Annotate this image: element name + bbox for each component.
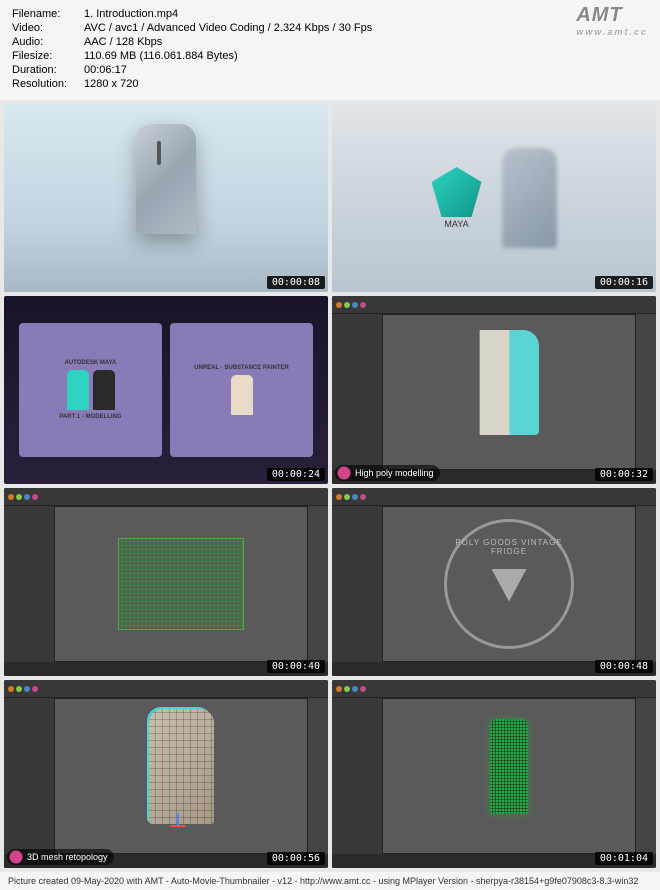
logo-text: AMT — [576, 4, 622, 26]
timestamp: 00:00:16 — [595, 276, 653, 289]
timestamp: 00:00:40 — [267, 660, 325, 673]
fridge-blur — [502, 148, 557, 248]
maya-sidebar — [4, 698, 54, 854]
label-filename: Filename: — [12, 8, 84, 20]
maya-viewport — [54, 506, 308, 662]
timestamp: 00:01:04 — [595, 852, 653, 865]
badge-highpoly: High poly modelling — [335, 465, 440, 481]
label-audio: Audio: — [12, 36, 84, 48]
maya-viewport — [382, 314, 636, 470]
maya-toolbar — [332, 680, 656, 698]
thumb-3: AUTODESK MAYA PART 1 - MODELLING UNREAL … — [4, 296, 328, 484]
thumb-8: 00:01:04 — [332, 680, 656, 868]
footer-credits: Picture created 09-May-2020 with AMT - A… — [0, 872, 660, 890]
fridge-wireframe — [149, 709, 214, 824]
maya-toolbar — [4, 680, 328, 698]
panel-left: AUTODESK MAYA PART 1 - MODELLING — [19, 323, 162, 457]
row-filename: Filename: 1. Introduction.mp4 — [12, 8, 648, 20]
maya-viewport — [54, 698, 308, 854]
timestamp: 00:00:48 — [595, 660, 653, 673]
info-header: AMT www.amt.cc Filename: 1. Introduction… — [0, 0, 660, 100]
row-filesize: Filesize: 110.69 MB (116.061.884 Bytes) — [12, 50, 648, 62]
maya-sidebar — [332, 698, 382, 854]
maya-ui — [332, 296, 656, 484]
maya-logo-block: MAYA — [432, 167, 482, 229]
timestamp: 00:00:24 — [267, 468, 325, 481]
thumb-1: 00:00:08 — [4, 104, 328, 292]
thumb-2: MAYA 00:00:16 — [332, 104, 656, 292]
part-label: PART 1 - MODELLING — [59, 414, 121, 420]
maya-ui — [332, 680, 656, 868]
triangle-icon — [484, 559, 534, 609]
value-video: AVC / avc1 / Advanced Video Coding / 2.3… — [84, 22, 648, 34]
logo-badge: POLY GOODS VINTAGE FRIDGE — [444, 519, 574, 649]
row-duration: Duration: 00:06:17 — [12, 64, 648, 76]
logo-url: www.amt.cc — [576, 27, 648, 37]
maya-logo-text: MAYA — [432, 219, 482, 229]
fridge-render — [136, 124, 196, 234]
maya-ui: POLY GOODS VINTAGE FRIDGE — [332, 488, 656, 676]
thumb-4: High poly modelling 00:00:32 — [332, 296, 656, 484]
value-filename: 1. Introduction.mp4 — [84, 8, 648, 20]
row-audio: Audio: AAC / 128 Kbps — [12, 36, 648, 48]
label-resolution: Resolution: — [12, 78, 84, 90]
axis-gizmo-icon — [168, 813, 188, 833]
wireframe-mesh — [118, 538, 244, 630]
panel-label: AUTODESK MAYA — [65, 360, 117, 366]
thumb-6: POLY GOODS VINTAGE FRIDGE 00:00:48 — [332, 488, 656, 676]
thumb-7: 3D mesh retopology 00:00:56 — [4, 680, 328, 868]
mini-fridge — [93, 370, 115, 410]
timestamp: 00:00:08 — [267, 276, 325, 289]
row-resolution: Resolution: 1280 x 720 — [12, 78, 648, 90]
timestamp: 00:00:32 — [595, 468, 653, 481]
maya-toolbar — [332, 488, 656, 506]
value-resolution: 1280 x 720 — [84, 78, 648, 90]
maya-toolbar — [332, 296, 656, 314]
maya-sidebar — [332, 314, 382, 470]
thumbnail-grid: 00:00:08 MAYA 00:00:16 AUTODESK MAYA PAR… — [0, 100, 660, 872]
row-video: Video: AVC / avc1 / Advanced Video Codin… — [12, 22, 648, 34]
value-filesize: 110.69 MB (116.061.884 Bytes) — [84, 50, 648, 62]
maya-sidebar — [4, 506, 54, 662]
maya-viewport — [382, 698, 636, 854]
panel-right: UNREAL · SUBSTANCE PAINTER — [170, 323, 313, 457]
maya-toolbar — [4, 488, 328, 506]
timestamp: 00:00:56 — [267, 852, 325, 865]
fridge-green-mesh — [490, 719, 528, 814]
panel-label: UNREAL · SUBSTANCE PAINTER — [194, 365, 289, 371]
thumb-5: 00:00:40 — [4, 488, 328, 676]
fridge-half-model — [479, 330, 539, 435]
mini-fridge-row — [67, 370, 115, 410]
mini-fridge — [231, 375, 253, 415]
value-audio: AAC / 128 Kbps — [84, 36, 648, 48]
badge-text: POLY GOODS VINTAGE FRIDGE — [447, 538, 571, 556]
maya-ui — [4, 680, 328, 868]
label-duration: Duration: — [12, 64, 84, 76]
badge-retopology: 3D mesh retopology — [7, 849, 114, 865]
maya-logo-icon — [432, 167, 482, 217]
maya-sidebar — [332, 506, 382, 662]
label-video: Video: — [12, 22, 84, 34]
value-duration: 00:06:17 — [84, 64, 648, 76]
mini-fridge — [67, 370, 89, 410]
amt-logo: AMT www.amt.cc — [576, 4, 648, 37]
maya-ui — [4, 488, 328, 676]
label-filesize: Filesize: — [12, 50, 84, 62]
thumbnail-sheet: AMT www.amt.cc Filename: 1. Introduction… — [0, 0, 660, 890]
maya-viewport: POLY GOODS VINTAGE FRIDGE — [382, 506, 636, 662]
